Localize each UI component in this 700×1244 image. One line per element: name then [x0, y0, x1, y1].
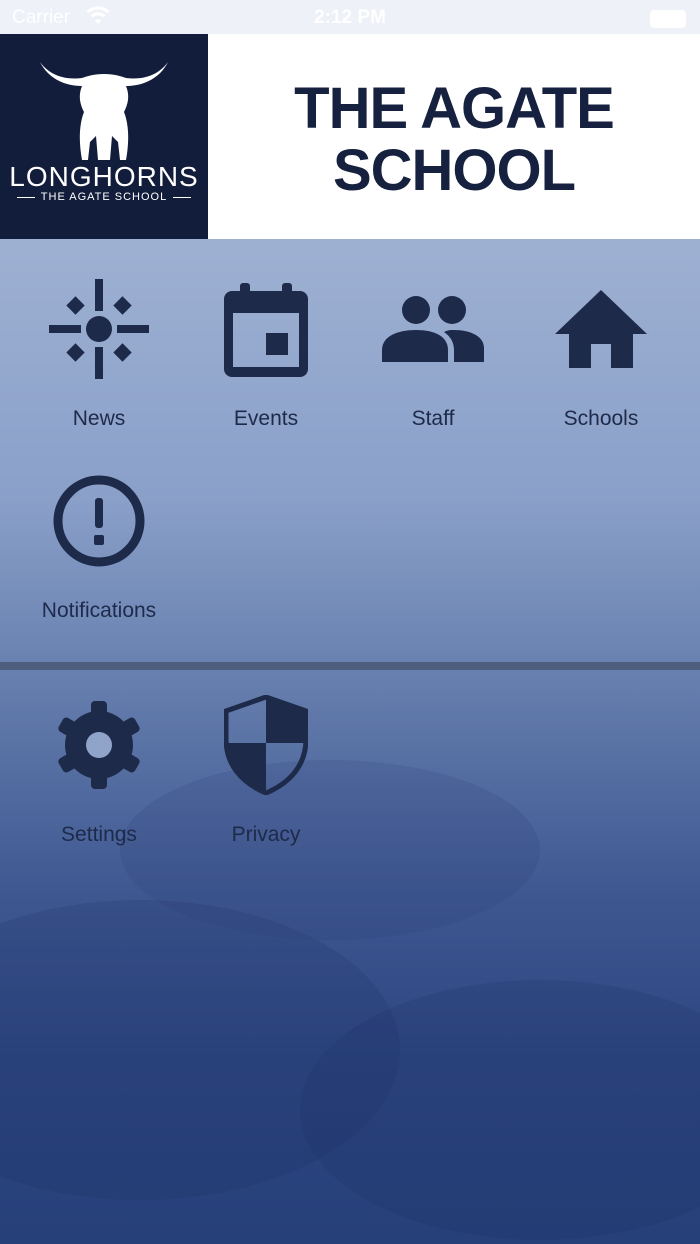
- gear-icon: [24, 690, 174, 800]
- shield-icon: [191, 690, 341, 800]
- menu-item-settings[interactable]: Settings: [24, 690, 174, 870]
- status-bar: Carrier 2:12 PM: [0, 0, 700, 34]
- logo-wordmark: LONGHORNS: [9, 161, 199, 192]
- app-header: LONGHORNS THE AGATE SCHOOL THE AGATE SCH…: [0, 34, 700, 239]
- home-icon: [526, 274, 676, 384]
- menu-item-events[interactable]: Events: [191, 274, 341, 454]
- school-title: THE AGATE SCHOOL: [232, 78, 676, 202]
- menu-item-label: Schools: [563, 407, 639, 430]
- people-icon: [358, 274, 508, 384]
- school-title-line2: SCHOOL: [332, 138, 576, 203]
- menu-item-staff[interactable]: Staff: [358, 274, 508, 454]
- logo-subtitle: THE AGATE SCHOOL: [0, 191, 208, 203]
- menu-item-label: Privacy: [231, 823, 301, 846]
- battery-icon: [650, 10, 686, 28]
- school-title-line1: THE AGATE: [294, 76, 615, 141]
- clock: 2:12 PM: [314, 7, 386, 28]
- school-logo: LONGHORNS THE AGATE SCHOOL: [0, 34, 208, 239]
- section-divider: [0, 662, 700, 670]
- alert-circle-icon: [24, 466, 174, 576]
- menu-item-schools[interactable]: Schools: [526, 274, 676, 454]
- menu-item-notifications[interactable]: Notifications: [24, 466, 174, 646]
- sun-icon: [24, 274, 174, 384]
- menu-item-label: Notifications: [41, 599, 157, 622]
- longhorn-icon: [40, 62, 168, 160]
- calendar-icon: [191, 274, 341, 384]
- menu-item-privacy[interactable]: Privacy: [191, 690, 341, 870]
- menu-item-news[interactable]: News: [24, 274, 174, 454]
